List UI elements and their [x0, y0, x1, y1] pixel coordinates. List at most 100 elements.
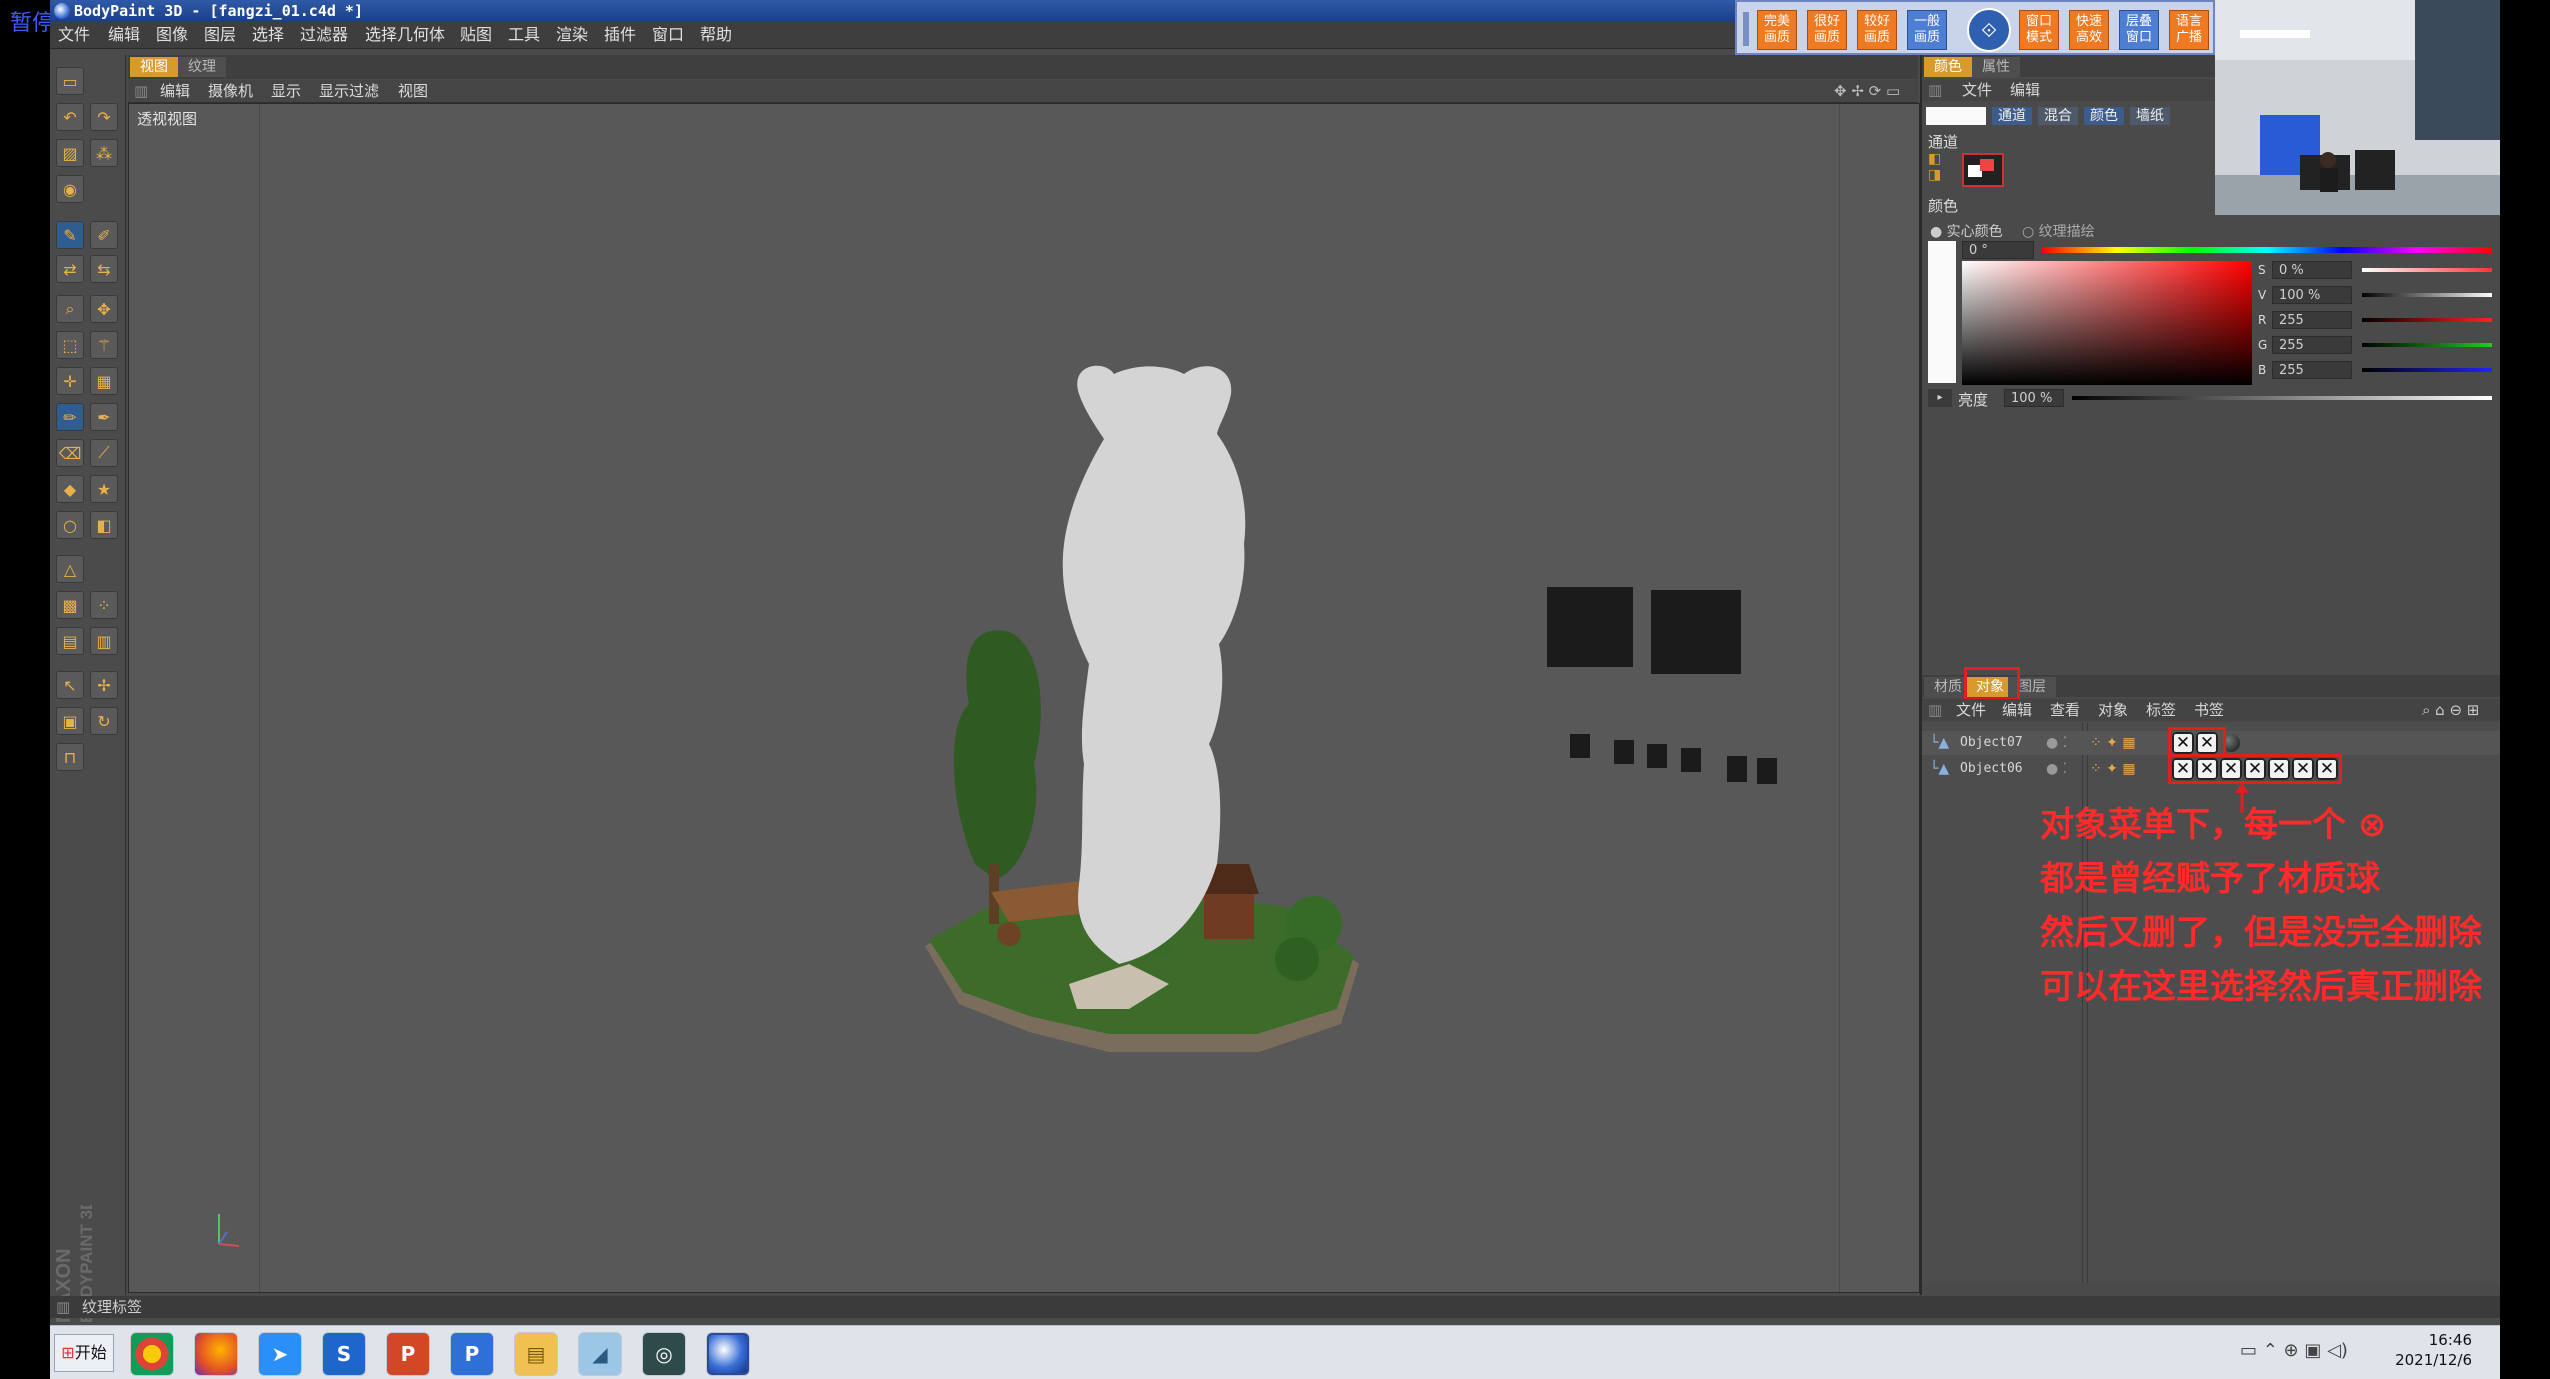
object-menu-bookmarks[interactable]: 书签	[2194, 699, 2224, 721]
menu-render[interactable]: 渲染	[556, 22, 588, 48]
blue-field[interactable]: 255	[2272, 361, 2352, 379]
projection-icon[interactable]: ▨	[56, 139, 84, 167]
toolbar-record-icon[interactable]: ⟐	[1967, 8, 2011, 52]
feishu-icon[interactable]: ➤	[258, 1332, 302, 1376]
uv-scale-icon[interactable]: ▣	[56, 707, 84, 735]
channel-icons[interactable]: ◧ ◨	[1928, 151, 1948, 183]
swatch-tab-mix[interactable]: 混合	[2038, 107, 2078, 125]
menu-texture[interactable]: 贴图	[460, 22, 492, 48]
mode-texture-paint[interactable]: ○ 纹理描绘	[2022, 221, 2095, 241]
brightness-field[interactable]: 100 %	[2004, 389, 2064, 407]
blue-slider[interactable]	[2362, 368, 2492, 372]
menu-image[interactable]: 图像	[156, 22, 188, 48]
transform-icon[interactable]: ✛	[56, 367, 84, 395]
swatch-tab-channels[interactable]: 通道	[1992, 107, 2032, 125]
object-menu-view[interactable]: 查看	[2050, 699, 2080, 721]
new-document-icon[interactable]: ▭	[56, 67, 84, 95]
saturation-field[interactable]: 0 %	[2272, 261, 2352, 279]
sogou-icon[interactable]: S	[322, 1332, 366, 1376]
saturation-slider[interactable]	[2362, 268, 2492, 272]
toolbar-button-fair-quality[interactable]: 较好画质	[1857, 10, 1897, 50]
cinema4d-icon[interactable]: ◎	[642, 1332, 686, 1376]
menu-window[interactable]: 窗口	[652, 22, 684, 48]
pencil-icon[interactable]: ✏	[56, 403, 84, 431]
rect-select-icon[interactable]: ⬚	[56, 331, 84, 359]
viewport-nav-icons[interactable]: ✥ ✢ ⟳ ▭	[1834, 80, 1900, 102]
viewport-menu-display[interactable]: 显示	[271, 80, 301, 102]
enable-channel-icon[interactable]: ⇄	[56, 255, 84, 283]
object-menu-tool-icons[interactable]: ⌕ ⌂ ⊖ ⊞	[2422, 699, 2479, 721]
green-slider[interactable]	[2362, 343, 2492, 347]
object07-name[interactable]: Object07	[1960, 731, 2023, 755]
tab-view[interactable]: 视图	[130, 57, 178, 77]
uv-points-icon[interactable]: ⁘	[90, 591, 118, 619]
uv-rotate-icon[interactable]: ↻	[90, 707, 118, 735]
brightness-slider[interactable]	[2072, 396, 2492, 400]
toolbar-button-broadcast[interactable]: 语言广播	[2169, 10, 2209, 50]
firefox-icon[interactable]	[194, 1332, 238, 1376]
toolbar-grip[interactable]	[1743, 12, 1749, 46]
redo-icon[interactable]: ↷	[90, 103, 118, 131]
green-field[interactable]: 255	[2272, 336, 2352, 354]
object-menu-objects[interactable]: 对象	[2098, 699, 2128, 721]
powerpoint-icon[interactable]: P	[386, 1332, 430, 1376]
toolbar-button-window-mode[interactable]: 窗口模式	[2019, 10, 2059, 50]
uv-faces-icon[interactable]: ▥	[90, 627, 118, 655]
tab-attributes[interactable]: 属性	[1972, 57, 2020, 77]
menu-plugins[interactable]: 插件	[604, 22, 636, 48]
object06-tag-icons[interactable]: ⁘ ✦ ▦	[2090, 757, 2136, 781]
render-icon[interactable]: ◉	[56, 175, 84, 203]
object-menu-tags[interactable]: 标签	[2146, 699, 2176, 721]
star-shape-icon[interactable]: ★	[90, 475, 118, 503]
swatch-tab-color[interactable]: 颜色	[2084, 107, 2124, 125]
menu-filter[interactable]: 过滤器	[300, 22, 348, 48]
viewport-menu-view[interactable]: 视图	[398, 80, 428, 102]
object06-visibility-dots[interactable]: ● ⁚	[2046, 757, 2067, 781]
hue-slider[interactable]	[2042, 247, 2492, 253]
points-icon[interactable]: ⁂	[90, 139, 118, 167]
magnet-icon[interactable]: ⊓	[56, 743, 84, 771]
channel-swatch[interactable]	[1962, 153, 2004, 187]
chrome-icon[interactable]	[130, 1332, 174, 1376]
toolbar-button-perfect-quality[interactable]: 完美画质	[1757, 10, 1797, 50]
tab-texture[interactable]: 纹理	[178, 57, 226, 77]
move-view-icon[interactable]: ✥	[90, 295, 118, 323]
toolbar-button-good-quality[interactable]: 很好画质	[1807, 10, 1847, 50]
mode-solid-color[interactable]: ● 实心颜色	[1930, 221, 2003, 241]
checker-icon[interactable]: ▦	[90, 367, 118, 395]
menu-layer[interactable]: 图层	[204, 22, 236, 48]
uv-polygon-icon[interactable]: △	[56, 555, 84, 583]
menu-file[interactable]: 文件	[58, 22, 90, 48]
disable-channel-icon[interactable]: ⇆	[90, 255, 118, 283]
bodypaint-task-icon[interactable]	[706, 1332, 750, 1376]
menu-help[interactable]: 帮助	[700, 22, 732, 48]
menu-select-geometry[interactable]: 选择几何体	[365, 22, 445, 48]
object07-tag-icons[interactable]: ⁘ ✦ ▦	[2090, 731, 2136, 755]
color-menu-edit[interactable]: 编辑	[2010, 79, 2040, 101]
value-field[interactable]: 100 %	[2272, 286, 2352, 304]
tray-icons[interactable]: ▭ ⌃ ⊕ ▣ ◁)	[2240, 1340, 2348, 1361]
bg-color-swatch[interactable]	[1980, 159, 1994, 171]
object07-visibility-dots[interactable]: ● ⁚	[2046, 731, 2067, 755]
fill-bucket-icon[interactable]: ◆	[56, 475, 84, 503]
color-menu-file[interactable]: 文件	[1962, 79, 1992, 101]
file-explorer-icon[interactable]: ▤	[514, 1332, 558, 1376]
start-button[interactable]: ⊞开始	[54, 1334, 114, 1372]
menu-tools[interactable]: 工具	[508, 22, 540, 48]
paint-brush-icon[interactable]: ✎	[56, 221, 84, 249]
eyedropper-icon[interactable]: ⟋	[90, 439, 118, 467]
uv-move-cross-icon[interactable]: ✢	[90, 671, 118, 699]
uv-move-icon[interactable]: ↖	[56, 671, 84, 699]
system-clock[interactable]: 16:46 2021/12/6	[2395, 1330, 2472, 1370]
circle-shape-icon[interactable]: ○	[56, 511, 84, 539]
object-menu-edit[interactable]: 编辑	[2002, 699, 2032, 721]
value-slider[interactable]	[2362, 293, 2492, 297]
uv-edges-icon[interactable]: ▤	[56, 627, 84, 655]
magnifier-icon[interactable]: ⌕	[56, 295, 84, 323]
magic-wand-icon[interactable]: ⚚	[90, 331, 118, 359]
toolbar-button-normal-quality[interactable]: 一般画质	[1907, 10, 1947, 50]
color-swatch-icon[interactable]: ◧	[90, 511, 118, 539]
viewport-menu-camera[interactable]: 摄像机	[208, 80, 253, 102]
perspective-viewport[interactable]: 透视视图	[128, 103, 1920, 1293]
color-picker-square[interactable]	[1962, 261, 2252, 385]
